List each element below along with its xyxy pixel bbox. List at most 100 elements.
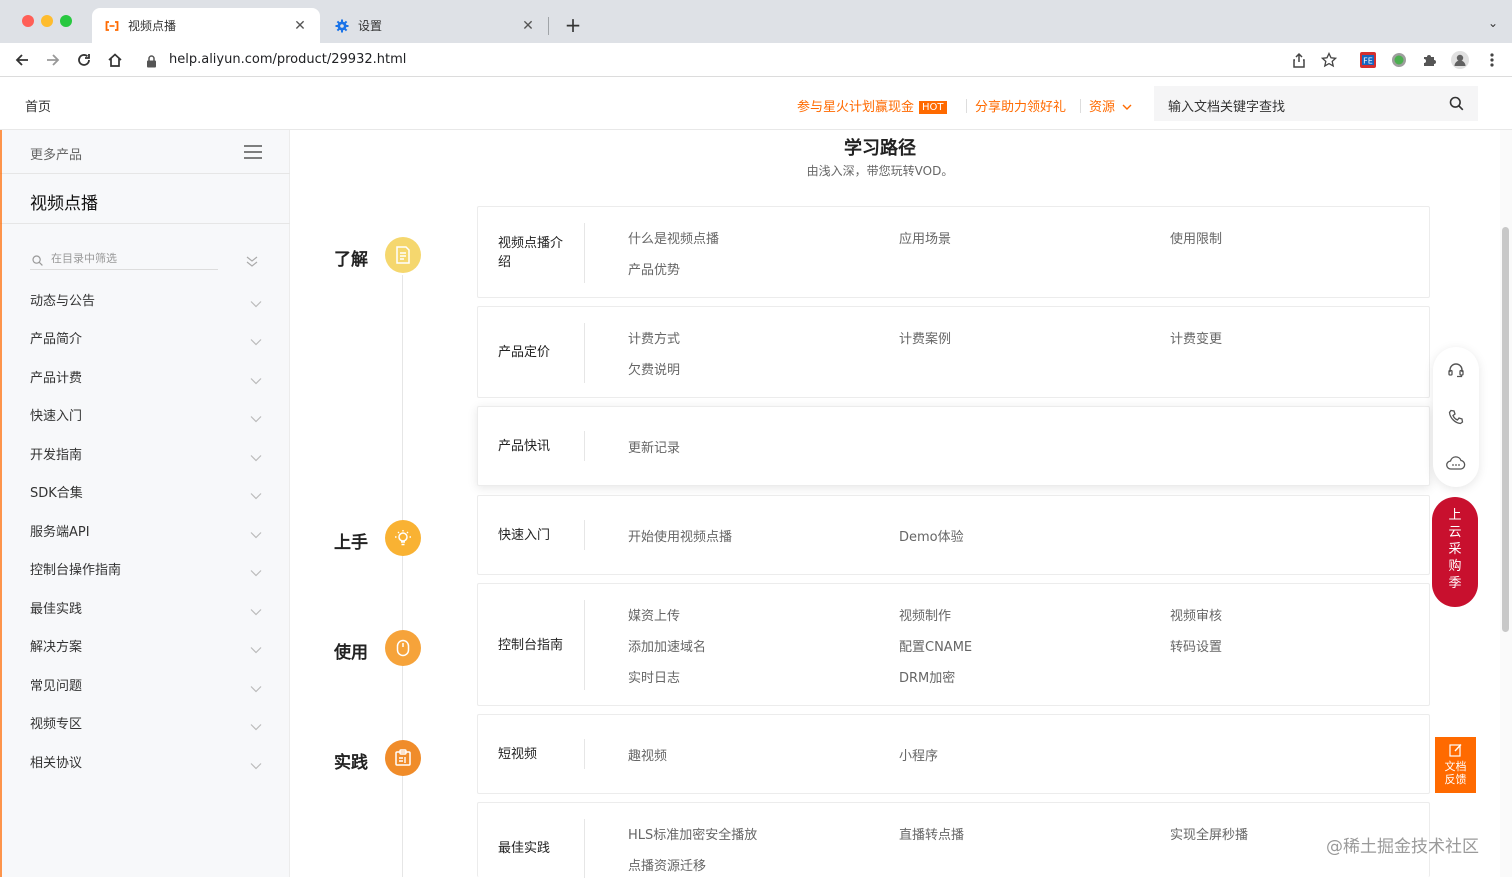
promo-spark-link[interactable]: 参与星火计划赢现金 HOT: [797, 96, 947, 115]
doc-link[interactable]: 配置CNAME: [899, 636, 972, 655]
window-minimize-button[interactable]: [41, 15, 53, 27]
doc-link[interactable]: 使用限制: [1170, 228, 1222, 247]
window-zoom-button[interactable]: [60, 15, 72, 27]
learning-card-short-video: 短视频 趣视频 小程序: [477, 714, 1430, 794]
doc-link[interactable]: 开始使用视频点播: [628, 526, 732, 545]
doc-link[interactable]: 实时日志: [628, 667, 680, 686]
sidebar-item-label: 控制台操作指南: [30, 563, 122, 578]
sidebar-item-faq[interactable]: 常见问题: [30, 672, 262, 696]
card-divider: [584, 600, 585, 690]
doc-link[interactable]: 欠费说明: [628, 359, 680, 378]
sidebar-item-sdk[interactable]: SDK合集: [30, 479, 262, 503]
doc-link[interactable]: 转码设置: [1170, 636, 1222, 655]
doc-search-input[interactable]: 输入文档关键字查找: [1154, 86, 1478, 121]
phone-icon[interactable]: [1446, 407, 1466, 427]
chevron-down-icon: [250, 716, 262, 735]
puzzle-extensions-icon[interactable]: [1420, 51, 1438, 69]
doc-link[interactable]: Demo体验: [899, 526, 964, 545]
bookmark-star-icon[interactable]: [1320, 51, 1338, 69]
tab-close-icon[interactable]: ✕: [520, 18, 536, 34]
edit-icon: [1448, 744, 1462, 757]
resources-dropdown[interactable]: 资源: [1089, 96, 1132, 115]
doc-link[interactable]: 计费方式: [628, 328, 680, 347]
home-link[interactable]: 首页: [25, 96, 51, 115]
url-field[interactable]: help.aliyun.com/product/29932.html: [136, 47, 1346, 74]
doc-link[interactable]: 媒资上传: [628, 605, 680, 624]
chevron-down-icon: [250, 601, 262, 620]
green-extension-icon[interactable]: [1390, 51, 1408, 69]
sidebar-item-billing[interactable]: 产品计费: [30, 364, 262, 388]
sidebar-item-agreements[interactable]: 相关协议: [30, 749, 262, 773]
learning-card-pricing: 产品定价 计费方式 计费案例 计费变更 欠费说明: [477, 306, 1430, 398]
purchase-char: 上: [1448, 508, 1462, 523]
page-title: 学习路径: [844, 138, 916, 159]
card-category: 产品定价: [498, 345, 551, 360]
sidebar-item-server-api[interactable]: 服务端API: [30, 518, 262, 542]
reload-icon[interactable]: [73, 49, 95, 71]
doc-link[interactable]: 实现全屏秒播: [1170, 824, 1248, 843]
doc-link[interactable]: HLS标准加密安全播放: [628, 824, 757, 843]
doc-link[interactable]: 添加加速域名: [628, 636, 706, 655]
fe-extension-icon[interactable]: FE: [1359, 51, 1377, 69]
purchase-char: 云: [1448, 525, 1462, 540]
back-arrow-icon[interactable]: [11, 49, 33, 71]
page-scrollbar[interactable]: [1500, 130, 1512, 877]
profile-avatar-icon[interactable]: [1451, 51, 1469, 69]
catalog-filter-input[interactable]: 在目录中筛选: [30, 248, 218, 270]
doc-link[interactable]: 产品优势: [628, 259, 680, 278]
learning-card-best-practices: 最佳实践 HLS标准加密安全播放 直播转点播 实现全屏秒播 点播资源迁移: [477, 802, 1430, 878]
kebab-menu-icon[interactable]: [1483, 51, 1501, 69]
sidebar-item-label: 视频专区: [30, 717, 83, 732]
doc-feedback-button[interactable]: 文档 反馈: [1435, 737, 1476, 793]
new-tab-button[interactable]: +: [562, 14, 584, 36]
chevron-down-icon: [250, 562, 262, 581]
sidebar-item-label: 相关协议: [30, 756, 83, 771]
sidebar-item-video-zone[interactable]: 视频专区: [30, 710, 262, 734]
doc-link[interactable]: 趣视频: [628, 745, 667, 764]
sidebar-divider: [0, 173, 290, 174]
collapse-all-icon[interactable]: [246, 252, 258, 271]
sidebar-item-dev-guide[interactable]: 开发指南: [30, 441, 262, 465]
sidebar-item-news[interactable]: 动态与公告: [30, 287, 262, 311]
sidebar-item-solutions[interactable]: 解决方案: [30, 633, 262, 657]
tab-close-icon[interactable]: ✕: [292, 18, 308, 34]
sidebar-item-console-guide[interactable]: 控制台操作指南: [30, 556, 262, 580]
purchase-char: 采: [1448, 542, 1462, 557]
scrollbar-thumb[interactable]: [1502, 227, 1509, 632]
doc-link[interactable]: 视频制作: [899, 605, 951, 624]
tab-video-vod[interactable]: 视频点播 ✕: [92, 8, 320, 43]
tab-search-button[interactable]: ⌄: [1488, 16, 1498, 30]
more-products-link[interactable]: 更多产品: [30, 144, 82, 163]
chevron-down-icon: [250, 331, 262, 350]
tab-settings[interactable]: 设置 ✕: [322, 8, 548, 43]
doc-link[interactable]: 更新记录: [628, 437, 680, 456]
forward-arrow-icon[interactable]: [42, 49, 64, 71]
sidebar-item-best-practices[interactable]: 最佳实践: [30, 595, 262, 619]
hamburger-menu-icon[interactable]: [244, 144, 262, 163]
product-title[interactable]: 视频点播: [30, 189, 98, 214]
sidebar-item-intro[interactable]: 产品简介: [30, 325, 262, 349]
search-icon[interactable]: [1449, 96, 1464, 115]
doc-link[interactable]: 直播转点播: [899, 824, 964, 843]
doc-link[interactable]: DRM加密: [899, 667, 955, 686]
window-close-button[interactable]: [22, 15, 34, 27]
doc-link[interactable]: 应用场景: [899, 228, 951, 247]
headset-icon[interactable]: [1446, 360, 1466, 380]
feedback-line1: 文档: [1444, 760, 1467, 773]
tab-separator: [548, 17, 549, 35]
doc-link[interactable]: 计费案例: [899, 328, 951, 347]
doc-link[interactable]: 小程序: [899, 745, 938, 764]
doc-link[interactable]: 视频审核: [1170, 605, 1222, 624]
doc-link[interactable]: 点播资源迁移: [628, 855, 706, 874]
page-subtitle: 由浅入深，带您玩转VOD。: [806, 164, 954, 178]
cloud-purchase-season-button[interactable]: 上 云 采 购 季: [1432, 497, 1478, 607]
sidebar-item-quickstart[interactable]: 快速入门: [30, 402, 262, 426]
doc-link[interactable]: 计费变更: [1170, 328, 1222, 347]
chat-cloud-icon[interactable]: [1446, 453, 1466, 473]
sidebar-item-label: 服务端API: [30, 525, 90, 540]
home-icon[interactable]: [104, 49, 126, 71]
stage-label-understand: 了解: [334, 250, 368, 270]
promo-share-link[interactable]: 分享助力领好礼: [975, 96, 1066, 115]
doc-link[interactable]: 什么是视频点播: [628, 228, 719, 247]
share-icon[interactable]: [1290, 51, 1308, 69]
